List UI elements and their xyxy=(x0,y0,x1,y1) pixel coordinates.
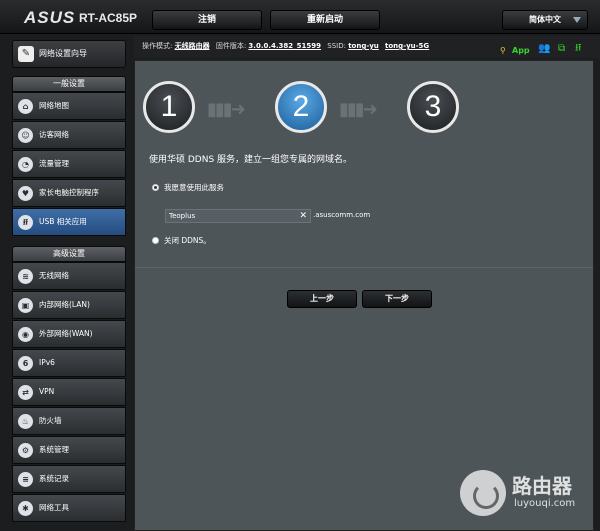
sidebar-item-label: 家长电脑控制程序 xyxy=(39,188,99,197)
usb-icon: ⭿ xyxy=(18,215,33,230)
ddns-disable-label[interactable]: 关闭 DDNS。 xyxy=(164,235,211,246)
sidebar-item-wan[interactable]: ◉ 外部网络(WAN) xyxy=(12,320,126,348)
hostname-value: Teoplus xyxy=(169,212,196,220)
step-indicator-2: 2 xyxy=(275,81,327,133)
watermark-url: luyouqi.com xyxy=(514,498,576,509)
sidebar-item-label: 内部网络(LAN) xyxy=(39,300,90,309)
wizard-headline: 使用华硕 DDNS 服务，建立一组您专属的网域名。 xyxy=(149,155,353,165)
ipv6-icon: 6 xyxy=(18,356,33,371)
sidebar-item-label: IPv6 xyxy=(39,358,55,367)
sidebar-item-label: 网络工具 xyxy=(39,503,69,512)
sidebar-item-label: USB 相关应用 xyxy=(39,217,87,226)
sidebar-item-parental-control[interactable]: ♥ 家长电脑控制程序 xyxy=(12,179,126,207)
sidebar-item-label: 系统记录 xyxy=(39,474,69,483)
arrow-right-icon: ▮▮▮➜ xyxy=(339,99,378,120)
mode-link[interactable]: 无线路由器 xyxy=(175,42,210,50)
clients-icon[interactable]: 👥 xyxy=(538,39,550,59)
ssid-link-5g[interactable]: tong-yu-5G xyxy=(385,42,429,50)
sidebar-item-network-tools[interactable]: ✱ 网络工具 xyxy=(12,494,126,522)
ddns-enable-label[interactable]: 我愿意使用此服务 xyxy=(164,182,224,193)
sidebar-item-administration[interactable]: ⚙ 系统管理 xyxy=(12,436,126,464)
wan-icon: ◉ xyxy=(18,327,33,342)
next-button[interactable]: 下一步 xyxy=(362,290,432,308)
ddns-wizard-panel: 1 ▮▮▮➜ 2 ▮▮▮➜ 3 使用华硕 DDNS 服务，建立一组您专属的网域名… xyxy=(134,60,594,531)
quick-setup-button[interactable]: ✎ 网络设置向导 xyxy=(12,40,126,68)
sidebar-item-label: 无线网络 xyxy=(39,271,69,280)
wireless-icon: ≋ xyxy=(18,269,33,284)
sidebar-item-label: VPN xyxy=(39,387,55,396)
system-log-icon: ≡ xyxy=(18,472,33,487)
network-tools-icon: ✱ xyxy=(18,501,33,516)
watermark-title: 路由器 xyxy=(512,474,572,498)
guest-network-icon: ☺ xyxy=(18,128,33,143)
lan-icon: ▣ xyxy=(18,298,33,313)
app-icon[interactable]: ⚲ xyxy=(500,41,506,61)
sidebar-item-guest-network[interactable]: ☺ 访客网络 xyxy=(12,121,126,149)
ddns-disable-radio[interactable] xyxy=(152,237,159,244)
quick-setup-label: 网络设置向导 xyxy=(39,49,87,58)
reboot-button[interactable]: 重新启动 xyxy=(270,10,380,30)
previous-button[interactable]: 上一步 xyxy=(287,290,357,308)
step-indicator-1: 1 xyxy=(143,81,195,133)
sidebar-item-lan[interactable]: ▣ 内部网络(LAN) xyxy=(12,291,126,319)
language-label: 简体中文 xyxy=(529,15,561,24)
sidebar-item-wireless[interactable]: ≋ 无线网络 xyxy=(12,262,126,290)
internet-status-icon[interactable]: ⧉ xyxy=(558,39,565,59)
sidebar-item-network-map[interactable]: ⌂ 网络地图 xyxy=(12,92,126,120)
step-indicator-3: 3 xyxy=(407,81,459,133)
sidebar-item-label: 外部网络(WAN) xyxy=(39,329,93,338)
app-label[interactable]: App xyxy=(512,41,530,61)
language-select[interactable]: 简体中文 xyxy=(502,10,588,30)
sidebar-item-label: 系统管理 xyxy=(39,445,69,454)
asus-logo[interactable]: ASUS xyxy=(24,8,75,28)
model-name: RT-AC85P xyxy=(79,11,138,25)
sidebar-item-label: 流量管理 xyxy=(39,159,69,168)
firmware-link[interactable]: 3.0.0.4.382_51599 xyxy=(248,42,321,50)
clear-icon[interactable]: ✕ xyxy=(299,210,307,222)
ddns-enable-radio[interactable] xyxy=(152,184,159,191)
ddns-hostname-input[interactable]: Teoplus ✕ xyxy=(165,209,311,223)
sidebar-item-label: 防火墙 xyxy=(39,416,62,425)
network-map-icon: ⌂ xyxy=(18,99,33,114)
wizard-icon: ✎ xyxy=(18,46,34,62)
sidebar-item-system-log[interactable]: ≡ 系统记录 xyxy=(12,465,126,493)
mode-label: 操作模式: xyxy=(142,42,173,50)
arrow-right-icon: ▮▮▮➜ xyxy=(207,99,246,120)
divider xyxy=(135,267,593,268)
vpn-icon: ⇄ xyxy=(18,385,33,400)
firmware-label: 固件版本: xyxy=(215,42,247,50)
domain-suffix: .asuscomm.com xyxy=(313,211,371,219)
sidebar: ✎ 网络设置向导 一般设置 ⌂ 网络地图 ☺ 访客网络 ◔ 流量管理 ♥ 家长电… xyxy=(0,36,130,531)
advanced-section-header: 高级设置 xyxy=(12,246,126,262)
chevron-down-icon xyxy=(573,17,581,23)
ssid-label: SSID: xyxy=(327,42,346,50)
status-bar: 操作模式: 无线路由器 固件版本: 3.0.0.4.382_51599 SSID… xyxy=(134,36,600,58)
sidebar-item-usb-application[interactable]: ⭿ USB 相关应用 xyxy=(12,208,126,236)
ssid-link-24g[interactable]: tong-yu xyxy=(348,42,379,50)
sidebar-item-label: 访客网络 xyxy=(39,130,69,139)
traffic-manager-icon: ◔ xyxy=(18,157,33,172)
logout-button[interactable]: 注销 xyxy=(152,10,262,30)
top-bar: ASUS RT-AC85P 注销 重新启动 简体中文 xyxy=(0,0,600,34)
firewall-icon: ♨ xyxy=(18,414,33,429)
sidebar-item-vpn[interactable]: ⇄ VPN xyxy=(12,378,126,406)
parental-control-icon: ♥ xyxy=(18,186,33,201)
general-section-header: 一般设置 xyxy=(12,76,126,92)
sidebar-item-ipv6[interactable]: 6 IPv6 xyxy=(12,349,126,377)
sidebar-item-firewall[interactable]: ♨ 防火墙 xyxy=(12,407,126,435)
usb-status-icon[interactable]: ⭿ xyxy=(575,39,581,59)
sidebar-item-label: 网络地图 xyxy=(39,101,69,110)
watermark: 路由器 luyouqi.com xyxy=(460,466,590,522)
router-admin-page: ASUS RT-AC85P 注销 重新启动 简体中文 操作模式: 无线路由器 固… xyxy=(0,0,600,531)
administration-icon: ⚙ xyxy=(18,443,33,458)
watermark-logo-icon xyxy=(460,470,506,516)
sidebar-item-traffic-manager[interactable]: ◔ 流量管理 xyxy=(12,150,126,178)
